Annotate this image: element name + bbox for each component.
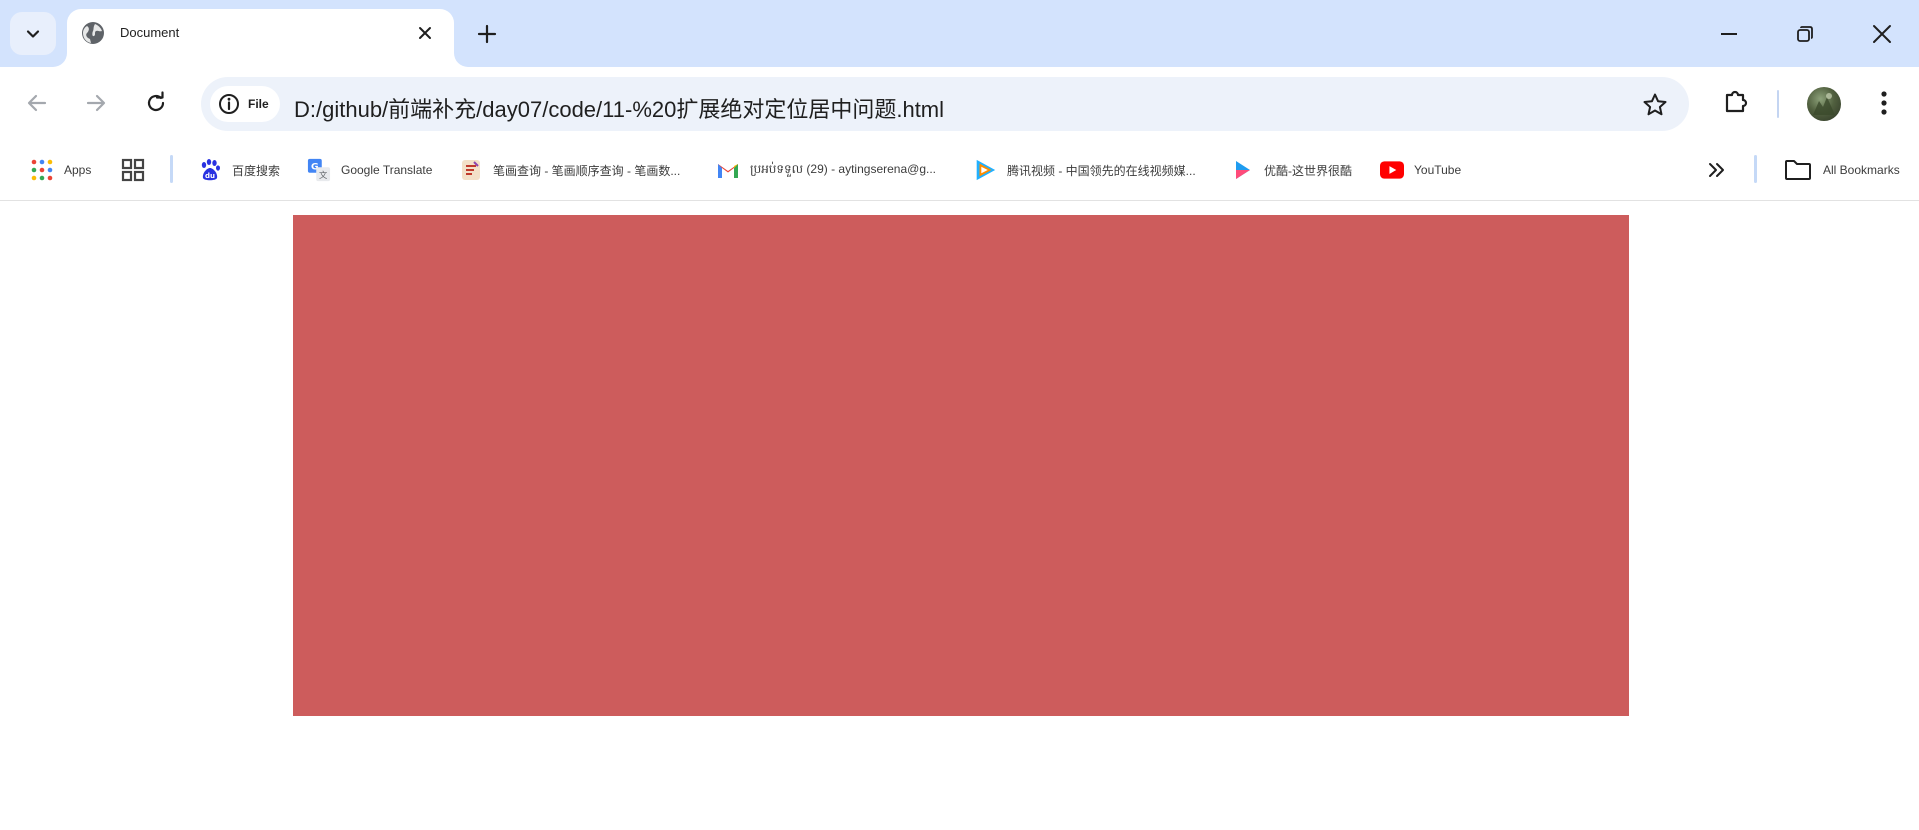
tab-search-button[interactable]: [10, 12, 56, 55]
back-button[interactable]: [17, 83, 57, 123]
info-icon: [219, 94, 239, 114]
bookmarks-divider: [1754, 155, 1757, 183]
restore-button[interactable]: [1785, 14, 1825, 54]
globe-icon: [81, 21, 105, 45]
arrow-left-icon: [27, 94, 47, 112]
google-translate-icon: G 文: [307, 158, 331, 182]
bookmark-youku[interactable]: 优酷-这世界很酷: [1230, 154, 1352, 186]
bookmarks-divider: [170, 155, 173, 183]
bookmark-gmail[interactable]: ប្រអប់ទទួល (29) - aytingserena@g...: [716, 154, 936, 186]
star-icon: [1643, 93, 1667, 116]
bookmark-label: 笔画查询 - 笔画顺序查询 - 笔画数...: [493, 163, 681, 178]
site-info-chip[interactable]: File: [210, 86, 280, 122]
grid-squares-icon: [121, 158, 145, 182]
bookmark-tab-groups[interactable]: [121, 154, 145, 186]
close-icon: [1873, 25, 1891, 43]
bookmark-star-button[interactable]: [1639, 89, 1671, 121]
chevron-down-icon: [26, 29, 40, 38]
bookmark-label: 优酷-这世界很酷: [1264, 163, 1352, 178]
gmail-icon: [716, 158, 740, 182]
bookmark-label: 百度搜索: [232, 163, 281, 178]
bookmark-apps[interactable]: Apps: [30, 154, 91, 186]
centered-red-box: [293, 215, 1629, 716]
bookmark-baidu[interactable]: du 百度搜索: [198, 154, 280, 186]
avatar-image-icon: [1813, 93, 1835, 115]
reload-icon: [147, 91, 165, 112]
svg-text:文: 文: [319, 170, 328, 180]
bookmark-label: Google Translate: [341, 163, 433, 177]
bookmark-label: YouTube: [1414, 163, 1462, 177]
browser-menu-button[interactable]: [1864, 83, 1904, 123]
restore-icon: [1797, 26, 1813, 42]
svg-text:du: du: [205, 172, 215, 180]
tencent-video-icon: [973, 158, 997, 182]
bookmark-label: Apps: [64, 163, 92, 177]
minimize-icon: [1721, 33, 1737, 35]
new-tab-button[interactable]: [471, 18, 503, 50]
profile-avatar[interactable]: [1807, 87, 1841, 121]
apps-grid-icon: [30, 158, 54, 182]
bookmark-label: ប្រអប់ទទួល (29) - aytingserena@g...: [750, 162, 936, 176]
youku-icon: [1230, 158, 1254, 182]
bookmark-youtube[interactable]: YouTube: [1380, 154, 1461, 186]
tab-title: Document: [120, 25, 180, 40]
toolbar-divider: [1777, 90, 1779, 118]
tab-document[interactable]: Document: [67, 9, 454, 67]
close-window-button[interactable]: [1862, 14, 1902, 54]
bookmark-google-translate[interactable]: G 文 Google Translate: [307, 154, 432, 186]
bookmarks-overflow-button[interactable]: [1705, 154, 1729, 186]
double-chevron-right-icon: [1705, 158, 1729, 182]
bookmarks-bar: Apps du 百度搜索 G 文 Google Translate 笔画查询 -…: [0, 139, 1919, 201]
bookmark-stroke-lookup[interactable]: 笔画查询 - 笔画顺序查询 - 笔画数...: [459, 154, 680, 186]
page-viewport: [0, 202, 1919, 830]
close-icon: [419, 27, 431, 39]
bookmark-tencent-video[interactable]: 腾讯视频 - 中国领先的在线视频媒...: [973, 154, 1196, 186]
puzzle-icon: [1725, 90, 1748, 113]
forward-button[interactable]: [76, 83, 116, 123]
baidu-icon: du: [198, 158, 222, 182]
youtube-icon: [1380, 158, 1404, 182]
site-chip-label: File: [248, 97, 269, 111]
stroke-lookup-icon: [459, 158, 483, 182]
all-bookmarks-button[interactable]: All Bookmarks: [1783, 154, 1900, 186]
toolbar: File D:/github/前端补充/day07/code/11-%20扩展绝…: [0, 67, 1919, 139]
bookmark-label: All Bookmarks: [1823, 163, 1900, 177]
reload-button[interactable]: [136, 83, 176, 123]
bookmark-label: 腾讯视频 - 中国领先的在线视频媒...: [1007, 163, 1196, 178]
extensions-button[interactable]: [1716, 81, 1756, 121]
tab-close-button[interactable]: [413, 21, 437, 45]
url-text[interactable]: D:/github/前端补充/day07/code/11-%20扩展绝对定位居中…: [294, 92, 944, 124]
plus-icon: [477, 24, 497, 44]
minimize-button[interactable]: [1709, 14, 1749, 54]
omnibox[interactable]: File D:/github/前端补充/day07/code/11-%20扩展绝…: [201, 77, 1689, 131]
tab-strip: Document: [0, 0, 1919, 67]
arrow-right-icon: [86, 94, 106, 112]
more-vertical-icon: [1881, 91, 1887, 115]
folder-icon: [1783, 158, 1813, 182]
